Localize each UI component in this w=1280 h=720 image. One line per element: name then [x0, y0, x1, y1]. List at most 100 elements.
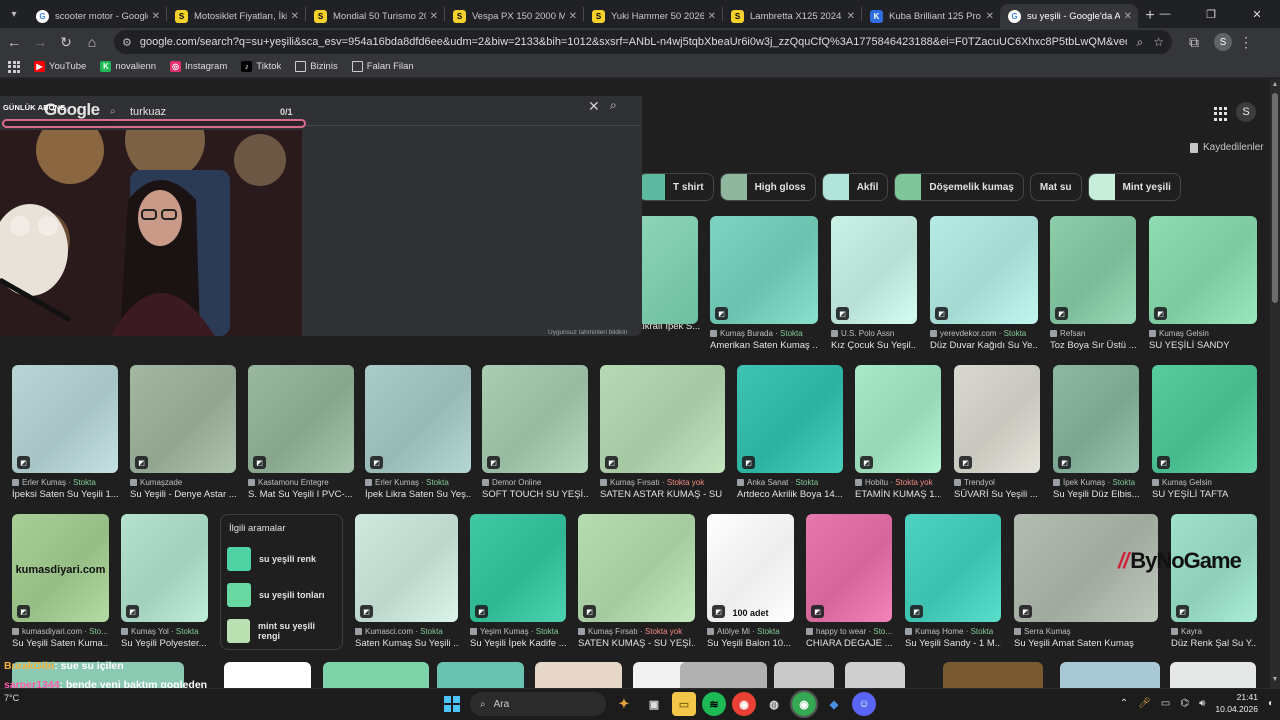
- image-result[interactable]: ◩ Kumaş Burada · Stokta Amerikan Saten Kum…: [710, 216, 818, 360]
- spotify-icon[interactable]: ≋: [702, 692, 726, 716]
- game-launcher-icon[interactable]: ✦: [612, 692, 636, 716]
- result-title[interactable]: Su Yeşili Saten Kuma...: [12, 638, 109, 649]
- result-thumbnail[interactable]: ◩: [855, 365, 941, 473]
- result-title[interactable]: S. Mat Su Yeşili I PVC-...: [248, 489, 354, 500]
- tray-chevron-icon[interactable]: ⌃: [1120, 698, 1128, 709]
- result-title[interactable]: Saten Kumaş Su Yeşili ...: [355, 638, 458, 649]
- result-title[interactable]: Düz Duvar Kağıdı Su Ye...: [930, 340, 1038, 351]
- tab-7[interactable]: K Kuba Brilliant 125 Pro - G ✕: [862, 4, 1000, 28]
- image-result[interactable]: ◩ Kumaş Gelsin SU YEŞİLİ TAFTA: [1152, 365, 1257, 509]
- result-thumbnail[interactable]: ◩: [1050, 216, 1136, 324]
- result-title[interactable]: Su Yeşili Düz Elbis...: [1053, 489, 1139, 500]
- result-title[interactable]: CHIARA DEGAJE ...: [806, 638, 892, 649]
- page-scrollbar[interactable]: ▲ ▼: [1270, 79, 1280, 688]
- bookmark-bizinis[interactable]: Bizinis: [295, 61, 338, 72]
- bookmark-star-icon[interactable]: ☆: [1153, 35, 1164, 49]
- result-thumbnail[interactable]: kumasdiyari.com ◩: [12, 514, 109, 622]
- bookmark-falan-filan[interactable]: Falan Filan: [351, 61, 414, 72]
- result-title[interactable]: Su Yeşili Amat Saten Kumaş: [1014, 638, 1158, 649]
- search-page-icon[interactable]: ⌕: [1137, 35, 1144, 50]
- microphone-icon[interactable]: 🎤︎: [1138, 698, 1151, 709]
- result-thumbnail[interactable]: ◩: [930, 216, 1038, 324]
- image-result[interactable]: ◩ yerevdekor.com · Stokta Düz Duvar Kağıdı…: [930, 216, 1038, 360]
- image-result[interactable]: ◩ Kumaş Gelsin SU YEŞİLİ SANDY: [1149, 216, 1257, 360]
- result-thumbnail[interactable]: ◩: [737, 365, 843, 473]
- tab-5[interactable]: S Yuki Hammer 50 2026 M ✕: [584, 4, 722, 28]
- image-result[interactable]: [774, 662, 834, 688]
- close-tab-icon[interactable]: ✕: [152, 11, 160, 22]
- image-result[interactable]: 100 adet ◩ Atölye Mi · Stokta Su Yeşili Bal…: [707, 514, 794, 658]
- result-title[interactable]: SU YEŞİLİ TAFTA: [1152, 489, 1257, 500]
- scrollbar-thumb[interactable]: [1272, 93, 1278, 303]
- back-icon[interactable]: ←: [2, 30, 26, 54]
- result-thumbnail[interactable]: ◩: [121, 514, 208, 622]
- tab-4[interactable]: S Vespa PX 150 2000 Mode ✕: [445, 4, 583, 28]
- tab-2[interactable]: S Motosiklet Fiyatları, İkinci ✕: [167, 4, 305, 28]
- result-thumbnail[interactable]: ◩: [578, 514, 695, 622]
- address-bar[interactable]: ⚙ google.com/search?q=su+yeşili&sca_esv=…: [114, 30, 1172, 54]
- image-result[interactable]: ◩ Kumaş Fırsatı · Stokta yok SATEN KUMAŞ -…: [578, 514, 695, 658]
- result-thumbnail[interactable]: ◩: [1053, 365, 1139, 473]
- windows-start-icon[interactable]: [444, 696, 460, 712]
- image-result[interactable]: ◩ Erler Kumaş · Stokta İpek Likra Saten Su…: [365, 365, 471, 509]
- site-info-icon[interactable]: ⚙: [122, 36, 132, 49]
- result-thumbnail[interactable]: ◩: [355, 514, 458, 622]
- image-result[interactable]: [535, 662, 622, 688]
- result-thumbnail[interactable]: ◩: [710, 216, 818, 324]
- result-thumbnail[interactable]: ◩: [130, 365, 236, 473]
- result-title[interactable]: Artdeco Akrilik Boya 14...: [737, 489, 843, 500]
- image-result[interactable]: ◩ Kumaş Home · Stokta Su Yeşili Sandy - 1 …: [905, 514, 1001, 658]
- image-result[interactable]: [943, 662, 1043, 688]
- result-thumbnail[interactable]: ◩: [1152, 365, 1257, 473]
- app-icon[interactable]: ◍: [762, 692, 786, 716]
- minimize-icon[interactable]: —: [1142, 0, 1188, 28]
- image-result[interactable]: kumasdiyari.com ◩ kumasdiyari.com · Sto...…: [12, 514, 109, 658]
- bookmark-youtube[interactable]: ▶ YouTube: [34, 61, 86, 72]
- clock[interactable]: 21:41 10.04.2026: [1215, 691, 1258, 715]
- close-window-icon[interactable]: ✕: [1234, 0, 1280, 28]
- tab-8[interactable]: G su yeşili - Google'da Ara ✕: [1000, 4, 1138, 28]
- result-title[interactable]: Düz Renk Şal Su Y...: [1171, 638, 1257, 649]
- image-result[interactable]: ◩ Trendyol SÜVARİ Su Yeşili ...: [954, 365, 1040, 509]
- chrome-profile-icon[interactable]: ◉: [790, 690, 818, 718]
- image-result[interactable]: ◩ Kastamonu Entegre S. Mat Su Yeşili I PVC…: [248, 365, 354, 509]
- result-title[interactable]: Su Yeşili Balon 10...: [707, 638, 794, 649]
- taskbar-search[interactable]: ⌕ Ara: [470, 692, 606, 716]
- image-result[interactable]: ◩ Demor Online SOFT TOUCH SU YEŞİ...: [482, 365, 588, 509]
- file-explorer-icon[interactable]: ▭: [672, 692, 696, 716]
- forward-icon[interactable]: →: [28, 30, 52, 54]
- report-predictions-link[interactable]: Uygunsuz tahminleri bildirin: [548, 329, 627, 336]
- scroll-up-icon[interactable]: ▲: [1270, 81, 1280, 91]
- result-thumbnail[interactable]: ◩: [831, 216, 917, 324]
- bookmark-novalienn[interactable]: Knovalienn: [100, 61, 156, 72]
- restore-icon[interactable]: ❐: [1188, 0, 1234, 28]
- home-icon[interactable]: ⌂: [80, 30, 104, 54]
- result-title[interactable]: Su Yeşili - Denye Astar ...: [130, 489, 236, 500]
- image-result[interactable]: ◩ Yeşim Kumaş · Stokta Su Yeşili İpek Kadi…: [470, 514, 566, 658]
- tab-3[interactable]: S Mondial 50 Turismo 2026 ✕: [306, 4, 444, 28]
- tab-6[interactable]: S Lambretta X125 2024 Mo ✕: [723, 4, 861, 28]
- weather-widget[interactable]: 7°C: [4, 693, 19, 703]
- result-title[interactable]: SATEN ASTAR KUMAŞ - SU ...: [600, 489, 725, 500]
- task-view-icon[interactable]: ▣: [642, 692, 666, 716]
- profile-avatar[interactable]: S: [1214, 33, 1232, 51]
- close-tab-icon[interactable]: ✕: [986, 11, 994, 22]
- image-result[interactable]: [1060, 662, 1160, 688]
- tab-search-button[interactable]: ▾: [0, 0, 28, 28]
- result-title[interactable]: ETAMİN KUMAŞ 1...: [855, 489, 941, 500]
- result-title[interactable]: İpek Likra Saten Su Yeş...: [365, 489, 471, 500]
- result-thumbnail[interactable]: 100 adet ◩: [707, 514, 794, 622]
- image-result[interactable]: ◩ Refsan Toz Boya Sır Üstü ...: [1050, 216, 1136, 360]
- result-thumbnail[interactable]: ◩: [600, 365, 725, 473]
- result-thumbnail[interactable]: ◩: [806, 514, 892, 622]
- display-icon[interactable]: ▭: [1161, 698, 1170, 709]
- chrome-icon[interactable]: ◉: [732, 692, 756, 716]
- image-result[interactable]: ◩ Anka Sanat · Stokta Artdeco Akrilik Boya…: [737, 365, 843, 509]
- result-thumbnail[interactable]: ◩: [248, 365, 354, 473]
- result-thumbnail[interactable]: ◩: [365, 365, 471, 473]
- close-tab-icon[interactable]: ✕: [1124, 11, 1132, 22]
- network-icon[interactable]: ⌬: [1180, 698, 1189, 709]
- image-result[interactable]: ◩ Kumaşzade Su Yeşili - Denye Astar ...: [130, 365, 236, 509]
- tab-1[interactable]: G scooter motor - Google'da ✕: [28, 4, 166, 28]
- result-title[interactable]: İpeksi Saten Su Yeşili 1...: [12, 489, 118, 500]
